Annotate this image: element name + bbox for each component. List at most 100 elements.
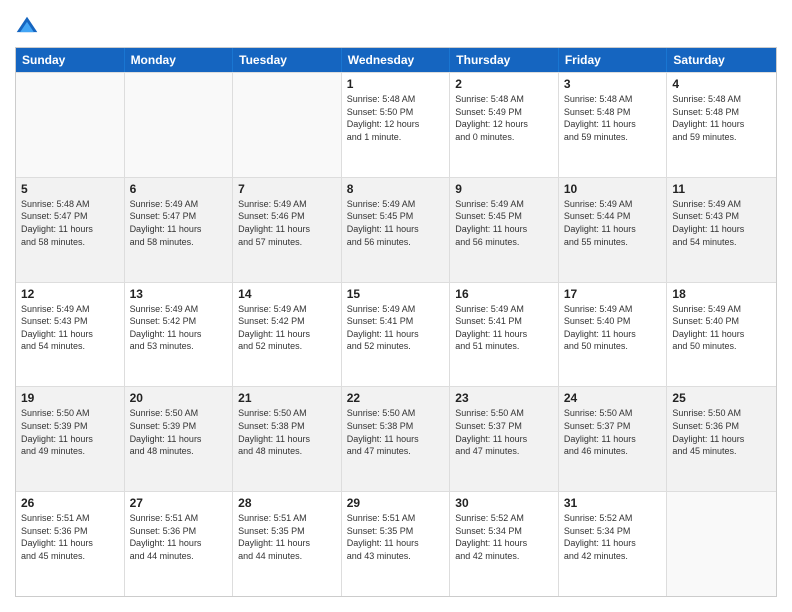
calendar-row: 19Sunrise: 5:50 AM Sunset: 5:39 PM Dayli… xyxy=(16,386,776,491)
day-number: 29 xyxy=(347,496,445,510)
day-number: 20 xyxy=(130,391,228,405)
day-number: 18 xyxy=(672,287,771,301)
logo-icon xyxy=(15,15,39,39)
day-number: 5 xyxy=(21,182,119,196)
day-number: 30 xyxy=(455,496,553,510)
cell-text: Sunrise: 5:50 AM Sunset: 5:36 PM Dayligh… xyxy=(672,407,771,457)
day-number: 4 xyxy=(672,77,771,91)
calendar-row: 5 Sunrise: 5:48 AM Sunset: 5:47 PM Daylig… xyxy=(16,177,776,282)
day-number: 31 xyxy=(564,496,662,510)
calendar-cell: 9 Sunrise: 5:49 AM Sunset: 5:45 PM Daylig… xyxy=(450,178,559,282)
cell-text: Sunrise: 5:52 AM Sunset: 5:34 PM Dayligh… xyxy=(564,512,662,562)
header-cell-friday: Friday xyxy=(559,48,668,72)
calendar-cell: 7 Sunrise: 5:49 AM Sunset: 5:46 PM Daylig… xyxy=(233,178,342,282)
day-number: 9 xyxy=(455,182,553,196)
cell-text: Sunrise: 5:48 AM Sunset: 5:49 PM Dayligh… xyxy=(455,93,553,143)
day-number: 13 xyxy=(130,287,228,301)
calendar-cell: 21 Sunrise: 5:50 AM Sunset: 5:38 PM Dayli… xyxy=(233,387,342,491)
cell-text: Sunrise: 5:49 AM Sunset: 5:43 PM Dayligh… xyxy=(672,198,771,248)
cell-text: Sunrise: 5:49 AM Sunset: 5:41 PM Dayligh… xyxy=(455,303,553,353)
cell-text: Sunrise: 5:49 AM Sunset: 5:40 PM Dayligh… xyxy=(564,303,662,353)
calendar-cell: 29 Sunrise: 5:51 AM Sunset: 5:35 PM Dayli… xyxy=(342,492,451,596)
day-number: 15 xyxy=(347,287,445,301)
day-number: 17 xyxy=(564,287,662,301)
cell-text: Sunrise: 5:52 AM Sunset: 5:34 PM Dayligh… xyxy=(455,512,553,562)
calendar-cell: 24Sunrise: 5:50 AM Sunset: 5:37 PM Dayli… xyxy=(559,387,668,491)
day-number: 3 xyxy=(564,77,662,91)
cell-text: Sunrise: 5:49 AM Sunset: 5:46 PM Dayligh… xyxy=(238,198,336,248)
header-cell-saturday: Saturday xyxy=(667,48,776,72)
cell-text: Sunrise: 5:48 AM Sunset: 5:47 PM Dayligh… xyxy=(21,198,119,248)
cell-text: Sunrise: 5:50 AM Sunset: 5:38 PM Dayligh… xyxy=(238,407,336,457)
calendar-cell: 30 Sunrise: 5:52 AM Sunset: 5:34 PM Dayli… xyxy=(450,492,559,596)
calendar-cell xyxy=(667,492,776,596)
cell-text: Sunrise: 5:49 AM Sunset: 5:45 PM Dayligh… xyxy=(455,198,553,248)
calendar-cell xyxy=(16,73,125,177)
cell-text: Sunrise: 5:50 AM Sunset: 5:38 PM Dayligh… xyxy=(347,407,445,457)
day-number: 12 xyxy=(21,287,119,301)
calendar: SundayMondayTuesdayWednesdayThursdayFrid… xyxy=(15,47,777,597)
day-number: 27 xyxy=(130,496,228,510)
calendar-cell: 28Sunrise: 5:51 AM Sunset: 5:35 PM Dayli… xyxy=(233,492,342,596)
calendar-cell: 14Sunrise: 5:49 AM Sunset: 5:42 PM Dayli… xyxy=(233,283,342,387)
day-number: 16 xyxy=(455,287,553,301)
calendar-cell: 1 Sunrise: 5:48 AM Sunset: 5:50 PM Daylig… xyxy=(342,73,451,177)
day-number: 10 xyxy=(564,182,662,196)
calendar-cell: 25 Sunrise: 5:50 AM Sunset: 5:36 PM Dayli… xyxy=(667,387,776,491)
day-number: 22 xyxy=(347,391,445,405)
day-number: 25 xyxy=(672,391,771,405)
calendar-row: 1 Sunrise: 5:48 AM Sunset: 5:50 PM Daylig… xyxy=(16,72,776,177)
header-cell-monday: Monday xyxy=(125,48,234,72)
calendar-cell: 2 Sunrise: 5:48 AM Sunset: 5:49 PM Daylig… xyxy=(450,73,559,177)
calendar-cell: 17 Sunrise: 5:49 AM Sunset: 5:40 PM Dayli… xyxy=(559,283,668,387)
calendar-body: 1 Sunrise: 5:48 AM Sunset: 5:50 PM Daylig… xyxy=(16,72,776,596)
logo xyxy=(15,15,43,39)
day-number: 21 xyxy=(238,391,336,405)
cell-text: Sunrise: 5:50 AM Sunset: 5:37 PM Dayligh… xyxy=(455,407,553,457)
day-number: 1 xyxy=(347,77,445,91)
day-number: 14 xyxy=(238,287,336,301)
calendar-cell: 20 Sunrise: 5:50 AM Sunset: 5:39 PM Dayli… xyxy=(125,387,234,491)
calendar-cell: 13 Sunrise: 5:49 AM Sunset: 5:42 PM Dayli… xyxy=(125,283,234,387)
cell-text: Sunrise: 5:51 AM Sunset: 5:35 PM Dayligh… xyxy=(238,512,336,562)
day-number: 7 xyxy=(238,182,336,196)
header-cell-sunday: Sunday xyxy=(16,48,125,72)
cell-text: Sunrise: 5:49 AM Sunset: 5:44 PM Dayligh… xyxy=(564,198,662,248)
cell-text: Sunrise: 5:51 AM Sunset: 5:35 PM Dayligh… xyxy=(347,512,445,562)
calendar-cell: 26Sunrise: 5:51 AM Sunset: 5:36 PM Dayli… xyxy=(16,492,125,596)
calendar-cell xyxy=(233,73,342,177)
day-number: 2 xyxy=(455,77,553,91)
calendar-cell: 16 Sunrise: 5:49 AM Sunset: 5:41 PM Dayli… xyxy=(450,283,559,387)
day-number: 11 xyxy=(672,182,771,196)
calendar-cell: 31 Sunrise: 5:52 AM Sunset: 5:34 PM Dayli… xyxy=(559,492,668,596)
cell-text: Sunrise: 5:49 AM Sunset: 5:43 PM Dayligh… xyxy=(21,303,119,353)
calendar-cell: 22 Sunrise: 5:50 AM Sunset: 5:38 PM Dayli… xyxy=(342,387,451,491)
cell-text: Sunrise: 5:50 AM Sunset: 5:39 PM Dayligh… xyxy=(130,407,228,457)
calendar-cell: 23 Sunrise: 5:50 AM Sunset: 5:37 PM Dayli… xyxy=(450,387,559,491)
cell-text: Sunrise: 5:49 AM Sunset: 5:42 PM Dayligh… xyxy=(130,303,228,353)
day-number: 6 xyxy=(130,182,228,196)
calendar-cell: 4 Sunrise: 5:48 AM Sunset: 5:48 PM Daylig… xyxy=(667,73,776,177)
cell-text: Sunrise: 5:51 AM Sunset: 5:36 PM Dayligh… xyxy=(21,512,119,562)
cell-text: Sunrise: 5:49 AM Sunset: 5:41 PM Dayligh… xyxy=(347,303,445,353)
calendar-header: SundayMondayTuesdayWednesdayThursdayFrid… xyxy=(16,48,776,72)
cell-text: Sunrise: 5:48 AM Sunset: 5:48 PM Dayligh… xyxy=(672,93,771,143)
day-number: 23 xyxy=(455,391,553,405)
cell-text: Sunrise: 5:49 AM Sunset: 5:47 PM Dayligh… xyxy=(130,198,228,248)
calendar-cell: 3Sunrise: 5:48 AM Sunset: 5:48 PM Daylig… xyxy=(559,73,668,177)
header-cell-wednesday: Wednesday xyxy=(342,48,451,72)
header-cell-tuesday: Tuesday xyxy=(233,48,342,72)
calendar-cell: 10 Sunrise: 5:49 AM Sunset: 5:44 PM Dayli… xyxy=(559,178,668,282)
calendar-cell: 27Sunrise: 5:51 AM Sunset: 5:36 PM Dayli… xyxy=(125,492,234,596)
cell-text: Sunrise: 5:49 AM Sunset: 5:45 PM Dayligh… xyxy=(347,198,445,248)
cell-text: Sunrise: 5:48 AM Sunset: 5:50 PM Dayligh… xyxy=(347,93,445,143)
calendar-row: 26Sunrise: 5:51 AM Sunset: 5:36 PM Dayli… xyxy=(16,491,776,596)
header-cell-thursday: Thursday xyxy=(450,48,559,72)
calendar-cell xyxy=(125,73,234,177)
calendar-cell: 5 Sunrise: 5:48 AM Sunset: 5:47 PM Daylig… xyxy=(16,178,125,282)
calendar-cell: 6 Sunrise: 5:49 AM Sunset: 5:47 PM Daylig… xyxy=(125,178,234,282)
cell-text: Sunrise: 5:50 AM Sunset: 5:37 PM Dayligh… xyxy=(564,407,662,457)
cell-text: Sunrise: 5:49 AM Sunset: 5:40 PM Dayligh… xyxy=(672,303,771,353)
calendar-row: 12 Sunrise: 5:49 AM Sunset: 5:43 PM Dayli… xyxy=(16,282,776,387)
calendar-cell: 15 Sunrise: 5:49 AM Sunset: 5:41 PM Dayli… xyxy=(342,283,451,387)
